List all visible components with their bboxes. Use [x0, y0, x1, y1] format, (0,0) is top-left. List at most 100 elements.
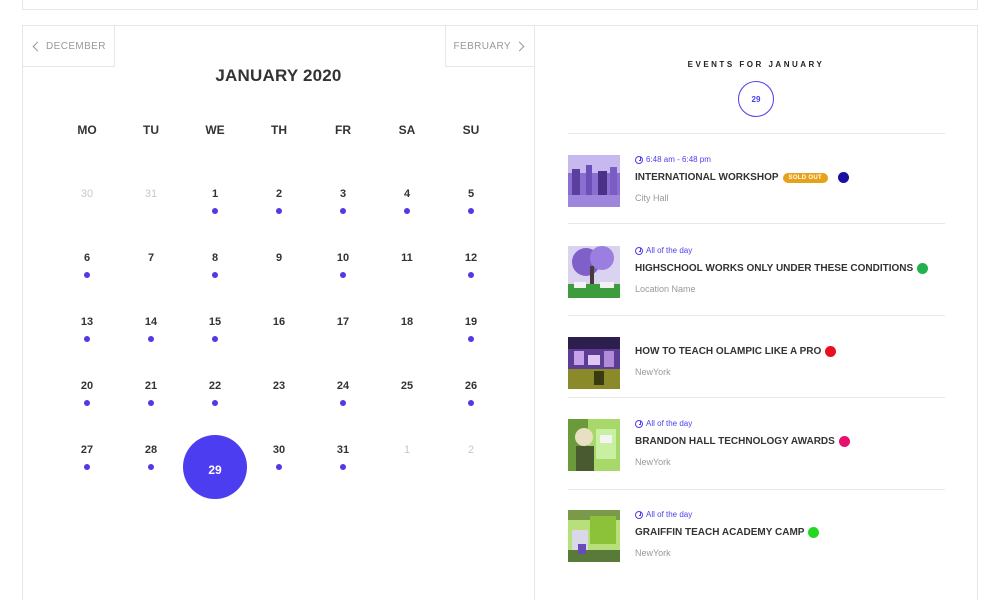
- event-title: BRANDON HALL TECHNOLOGY AWARDS: [635, 436, 850, 447]
- day-number: 23: [272, 380, 286, 392]
- day-number: 14: [144, 316, 158, 328]
- prev-month-button[interactable]: DECEMBER: [22, 26, 115, 67]
- day-number: 31: [336, 444, 350, 456]
- calendar-day[interactable]: 6: [55, 226, 119, 290]
- calendar-day[interactable]: 11: [375, 226, 439, 290]
- event-item[interactable]: All of the day HIGHSCHOOL WORKS ONLY UND…: [568, 246, 945, 298]
- calendar-day[interactable]: 3: [311, 162, 375, 226]
- day-number: 22: [208, 380, 222, 392]
- calendar-day[interactable]: 19: [439, 290, 503, 354]
- calendar-day[interactable]: 17: [311, 290, 375, 354]
- divider: [568, 397, 945, 398]
- event-location: City Hall: [635, 193, 669, 203]
- calendar-day[interactable]: 10: [311, 226, 375, 290]
- event-thumbnail: [568, 246, 620, 298]
- calendar-day[interactable]: 1: [375, 418, 439, 482]
- chevron-right-icon: [514, 41, 525, 51]
- event-location: NewYork: [635, 367, 671, 377]
- calendar-day[interactable]: 20: [55, 354, 119, 418]
- calendar-day[interactable]: 7: [119, 226, 183, 290]
- calendar-day[interactable]: 30: [55, 162, 119, 226]
- calendar-day[interactable]: 2: [439, 418, 503, 482]
- calendar-day[interactable]: 23: [247, 354, 311, 418]
- day-number: 12: [464, 252, 478, 264]
- event-item[interactable]: 6:48 am - 6:48 pm INTERNATIONAL WORKSHOP…: [568, 155, 945, 207]
- weekday-label: SU: [462, 123, 480, 137]
- calendar-day[interactable]: 24: [311, 354, 375, 418]
- calendar-day[interactable]: 9: [247, 226, 311, 290]
- day-number: 2: [467, 444, 475, 456]
- calendar-day[interactable]: 22: [183, 354, 247, 418]
- weekday-header: MO TU WE TH FR SA SU: [55, 123, 503, 137]
- next-month-label: FEBRUARY: [453, 40, 511, 52]
- calendar-panel: DECEMBER FEBRUARY JANUARY 2020 MO TU WE …: [22, 25, 535, 600]
- day-number: 28: [144, 444, 158, 456]
- event-item[interactable]: All of the day BRANDON HALL TECHNOLOGY A…: [568, 419, 945, 471]
- calendar-day[interactable]: 13: [55, 290, 119, 354]
- calendar-day[interactable]: 21: [119, 354, 183, 418]
- divider: [568, 489, 945, 490]
- event-indicator-dot: [404, 208, 410, 214]
- event-indicator-dot: [468, 272, 474, 278]
- day-number: 27: [80, 444, 94, 456]
- day-number: 25: [400, 380, 414, 392]
- day-number: 6: [83, 252, 91, 264]
- calendar-day[interactable]: 15: [183, 290, 247, 354]
- event-item[interactable]: HOW TO TEACH OLAMPIC LIKE A PRO NewYork: [568, 337, 945, 389]
- event-indicator-dot: [468, 208, 474, 214]
- event-indicator-dot: [276, 464, 282, 470]
- top-bar: [22, 0, 978, 10]
- calendar-day[interactable]: 30: [247, 418, 311, 482]
- day-number: 8: [211, 252, 219, 264]
- event-item[interactable]: All of the day GRAIFFIN TEACH ACADEMY CA…: [568, 510, 945, 562]
- next-month-button[interactable]: FEBRUARY: [444, 26, 535, 67]
- event-thumbnail: [568, 510, 620, 562]
- events-panel: EVENTS FOR JANUARY 29 6:48 am - 6:48 pm …: [534, 25, 978, 600]
- calendar-day[interactable]: 5: [439, 162, 503, 226]
- calendar-day[interactable]: 1: [183, 162, 247, 226]
- calendar-day[interactable]: 31: [119, 162, 183, 226]
- calendar-day[interactable]: 16: [247, 290, 311, 354]
- divider: [568, 133, 945, 134]
- event-indicator-dot: [340, 208, 346, 214]
- weekday-label: SA: [398, 123, 416, 137]
- calendar-day[interactable]: 26: [439, 354, 503, 418]
- calendar-day-selected[interactable]: 29: [183, 418, 247, 499]
- weekday-label: TH: [271, 123, 287, 137]
- day-number: 15: [208, 316, 222, 328]
- event-title-text: HIGHSCHOOL WORKS ONLY UNDER THESE CONDIT…: [635, 263, 914, 274]
- event-indicator-dot: [276, 208, 282, 214]
- month-title: JANUARY 2020: [215, 66, 342, 85]
- event-title-text: BRANDON HALL TECHNOLOGY AWARDS: [635, 436, 835, 447]
- event-indicator-dot: [148, 464, 154, 470]
- calendar-day[interactable]: 8: [183, 226, 247, 290]
- day-number: 26: [464, 380, 478, 392]
- divider: [568, 223, 945, 224]
- weekday-label: TU: [143, 123, 159, 137]
- calendar-day[interactable]: 12: [439, 226, 503, 290]
- calendar-day[interactable]: 31: [311, 418, 375, 482]
- calendar-day[interactable]: 14: [119, 290, 183, 354]
- weekday-label: FR: [335, 123, 351, 137]
- event-title: HOW TO TEACH OLAMPIC LIKE A PRO: [635, 346, 837, 357]
- event-time-text: All of the day: [646, 246, 693, 255]
- event-indicator-dot: [212, 208, 218, 214]
- calendar-day[interactable]: 18: [375, 290, 439, 354]
- event-indicator-dot: [468, 400, 474, 406]
- calendar-day[interactable]: 27: [55, 418, 119, 482]
- day-number: 4: [403, 188, 411, 200]
- calendar-day[interactable]: 4: [375, 162, 439, 226]
- calendar-day[interactable]: 2: [247, 162, 311, 226]
- day-number: 7: [147, 252, 155, 264]
- event-time: All of the day: [635, 510, 692, 519]
- calendar-day[interactable]: 28: [119, 418, 183, 482]
- event-indicator-dot: [340, 272, 346, 278]
- event-title-text: GRAIFFIN TEACH ACADEMY CAMP: [635, 527, 805, 538]
- event-color-dot: [808, 527, 820, 538]
- day-number: 3: [339, 188, 347, 200]
- calendar-day[interactable]: 25: [375, 354, 439, 418]
- divider: [568, 315, 945, 316]
- clock-icon: [635, 155, 643, 164]
- event-title: HIGHSCHOOL WORKS ONLY UNDER THESE CONDIT…: [635, 263, 929, 274]
- event-time: All of the day: [635, 246, 692, 255]
